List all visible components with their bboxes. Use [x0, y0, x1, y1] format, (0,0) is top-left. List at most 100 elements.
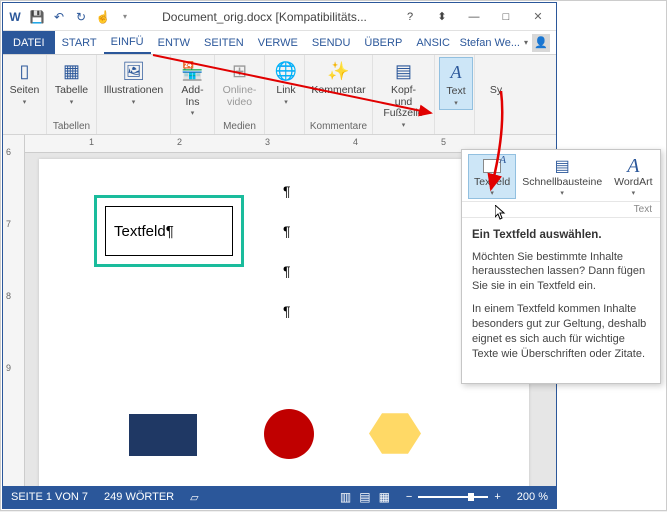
link-button[interactable]: 🌐 Link ▾ [269, 57, 303, 108]
slider-track[interactable] [418, 496, 488, 498]
group-label-text: Text [462, 202, 660, 218]
print-layout-icon[interactable]: ▤ [359, 490, 370, 504]
maximize-button[interactable]: □ [492, 7, 520, 27]
save-icon[interactable]: 💾 [29, 9, 45, 25]
help-icon[interactable]: ? [396, 7, 424, 27]
window-controls: ? ⬍ — □ ✕ [396, 7, 552, 27]
online-video-button[interactable]: ⊞ Online- video [219, 57, 260, 110]
hexagon-shape[interactable] [369, 411, 421, 456]
group-kommentare: Kommentare [309, 121, 368, 134]
tabelle-label: Tabelle [55, 85, 88, 97]
tab-ueberpruefen[interactable]: ÜBERP [357, 31, 409, 54]
seiten-label: Seiten [10, 85, 40, 97]
rectangle-shape[interactable] [129, 414, 197, 456]
redo-icon[interactable]: ↻ [73, 9, 89, 25]
textfeld-item[interactable]: A Textfeld ▾ [468, 154, 516, 199]
tab-einfuegen[interactable]: EINFÜ [104, 31, 151, 54]
link-label: Link [276, 85, 295, 97]
kommentar-button[interactable]: ✨ Kommentar [309, 57, 368, 99]
undo-icon[interactable]: ↶ [51, 9, 67, 25]
header-footer-icon: ▤ [392, 59, 416, 83]
zoom-level[interactable]: 200 % [517, 491, 548, 503]
text-icon: A [444, 60, 468, 84]
user-avatar-icon: 👤 [532, 34, 550, 52]
zoom-out-icon[interactable]: − [406, 491, 412, 503]
quickparts-icon: ▤ [550, 156, 574, 176]
ruler-tick: 5 [441, 137, 446, 147]
ribbon-tabs: DATEI START EINFÜ ENTW SEITEN VERWE SEND… [3, 31, 556, 55]
symbole-label: Sy [490, 85, 502, 97]
chevron-down-icon: ▾ [284, 98, 288, 106]
paragraph-mark-icon: ¶ [283, 303, 291, 319]
status-lang-icon[interactable]: ▱ [190, 491, 198, 504]
tab-entwurf[interactable]: ENTW [151, 31, 197, 54]
user-account[interactable]: Stefan We... ▾ 👤 [460, 31, 556, 54]
tab-ansicht[interactable]: ANSIC [409, 31, 457, 54]
schnellbausteine-label: Schnellbausteine [522, 176, 602, 188]
ruler-tick: 9 [6, 363, 11, 373]
symbols-icon [484, 59, 508, 83]
read-mode-icon[interactable]: ▥ [340, 490, 351, 504]
chevron-down-icon: ▾ [23, 98, 27, 106]
circle-shape[interactable] [264, 409, 314, 459]
text-label: Text [446, 86, 465, 98]
web-layout-icon[interactable]: ▦ [379, 490, 390, 504]
chevron-down-icon: ▾ [402, 121, 406, 129]
wordart-item[interactable]: A WordArt ▾ [608, 154, 658, 199]
ruler-tick: 3 [265, 137, 270, 147]
chevron-down-icon: ▾ [560, 189, 564, 197]
zoom-slider[interactable]: − + [406, 491, 501, 503]
table-icon: ▦ [60, 59, 84, 83]
chevron-down-icon: ▾ [632, 189, 636, 197]
symbole-button[interactable]: Sy [479, 57, 513, 99]
addins-button[interactable]: 🏪 Add-Ins ▾ [175, 57, 210, 119]
status-bar: SEITE 1 VON 7 249 WÖRTER ▱ ▥ ▤ ▦ − + 200… [3, 486, 556, 508]
comment-icon: ✨ [327, 59, 351, 83]
title-bar: W 💾 ↶ ↻ ☝ ▾ Document_orig.docx [Kompatib… [3, 3, 556, 31]
vertical-ruler: 6 7 8 9 [3, 135, 25, 486]
ribbon-options-icon[interactable]: ⬍ [428, 7, 456, 27]
status-words[interactable]: 249 WÖRTER [104, 491, 174, 503]
chevron-down-icon: ▾ [70, 98, 74, 106]
illustrationen-label: Illustrationen [104, 85, 164, 97]
textbox-content[interactable]: Textfeld¶ [105, 206, 233, 256]
user-name: Stefan We... [460, 37, 520, 49]
chevron-down-icon: ▾ [490, 189, 494, 197]
wordart-label: WordArt [614, 176, 652, 188]
touch-mode-icon[interactable]: ☝ [95, 9, 111, 25]
tab-verweise[interactable]: VERWE [251, 31, 305, 54]
minimize-button[interactable]: — [460, 7, 488, 27]
user-chevron-down-icon: ▾ [524, 38, 528, 47]
ruler-tick: 4 [353, 137, 358, 147]
ruler-tick: 2 [177, 137, 182, 147]
group-medien: Medien [219, 121, 260, 134]
illustrationen-button[interactable]: 🖼 Illustrationen ▾ [101, 57, 166, 108]
link-icon: 🌐 [274, 59, 298, 83]
ruler-tick: 6 [6, 147, 11, 157]
tab-start[interactable]: START [55, 31, 104, 54]
picture-icon: 🖼 [122, 59, 146, 83]
tab-seitenlayout[interactable]: SEITEN [197, 31, 251, 54]
chevron-down-icon: ▾ [132, 98, 136, 106]
word-app-icon: W [7, 9, 23, 25]
chevron-down-icon: ▾ [454, 99, 458, 107]
tooltip-panel: Ein Textfeld auswählen. Möchten Sie best… [462, 218, 660, 383]
tab-sendungen[interactable]: SENDU [305, 31, 358, 54]
tabelle-button[interactable]: ▦ Tabelle ▾ [51, 57, 92, 108]
zoom-in-icon[interactable]: + [494, 491, 500, 503]
seiten-button[interactable]: ▯ Seiten ▾ [7, 57, 42, 108]
textbox-shape[interactable]: Textfeld¶ [94, 195, 244, 267]
close-button[interactable]: ✕ [524, 7, 552, 27]
kopf-fusszeile-button[interactable]: ▤ Kopf- und Fußzeile ▾ [377, 57, 430, 131]
tab-datei[interactable]: DATEI [3, 31, 55, 54]
pages-icon: ▯ [13, 59, 37, 83]
addins-label: Add-Ins [179, 85, 206, 108]
slider-thumb[interactable] [468, 493, 474, 501]
text-button[interactable]: A Text ▾ [439, 57, 473, 110]
schnellbausteine-item[interactable]: ▤ Schnellbausteine ▾ [516, 154, 608, 199]
wordart-icon: A [621, 156, 645, 176]
status-page[interactable]: SEITE 1 VON 7 [11, 491, 88, 503]
view-mode-icons: ▥ ▤ ▦ [340, 490, 390, 504]
document-page[interactable]: ¶ ¶ ¶ ¶ Textfeld¶ [39, 159, 529, 486]
qat-down-icon[interactable]: ▾ [117, 9, 133, 25]
